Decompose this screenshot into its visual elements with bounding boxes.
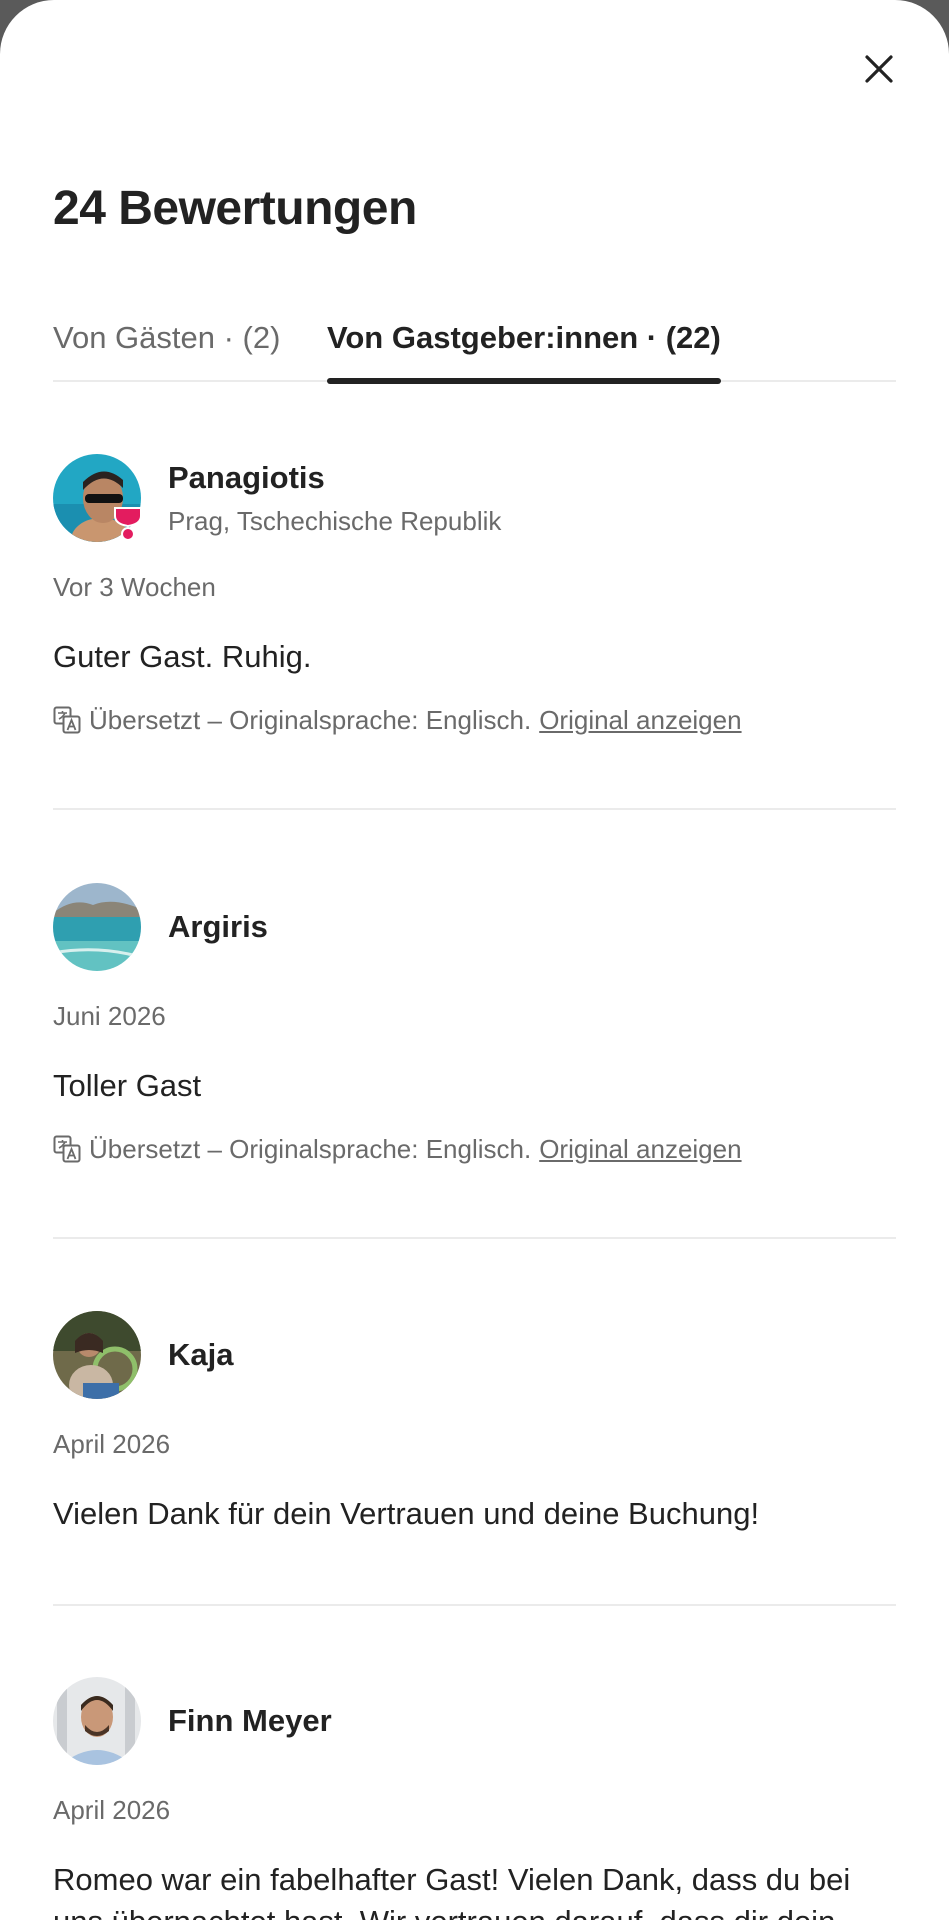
close-icon (865, 55, 893, 83)
tab-from-hosts[interactable]: Von Gastgeber:innen · (22) (327, 310, 721, 384)
divider (53, 808, 896, 810)
avatar[interactable] (53, 1677, 141, 1765)
review-item: Argiris Juni 2026 Toller Gast Übersetzt … (53, 883, 896, 1239)
translate-icon (53, 706, 81, 734)
review-text: Vielen Dank für dein Vertrauen und deine… (53, 1496, 760, 1531)
tab-from-guests[interactable]: Von Gästen · (2) (53, 310, 280, 382)
divider (53, 1237, 896, 1239)
review-date: April 2026 (53, 1795, 171, 1825)
review-date: Vor 3 Wochen (53, 572, 216, 602)
reviewer-name: Finn Meyer (168, 1703, 332, 1738)
review-date: Juni 2026 (53, 1001, 166, 1031)
review-date: April 2026 (53, 1429, 171, 1459)
translation-note: Übersetzt – Originalsprache: Englisch. O… (53, 1132, 742, 1166)
translation-note-text: Übersetzt – Originalsprache: Englisch. (89, 705, 532, 735)
active-tab-indicator (327, 378, 721, 384)
reviewer-name: Argiris (168, 909, 268, 944)
close-button[interactable] (854, 44, 904, 94)
show-original-link[interactable]: Original anzeigen (539, 703, 741, 737)
review-text: Toller Gast (53, 1068, 202, 1103)
host-badge-icon (114, 507, 142, 541)
tab-from-hosts-label: Von Gastgeber:innen · (22) (327, 320, 721, 355)
review-text: Romeo war ein fabelhafter Gast! Vielen D… (53, 1862, 851, 1920)
review-item: Panagiotis Prag, Tschechische Republik V… (53, 454, 896, 810)
divider (53, 1604, 896, 1606)
translation-note: Übersetzt – Originalsprache: Englisch. O… (53, 703, 742, 737)
show-original-link[interactable]: Original anzeigen (539, 1132, 741, 1166)
translate-icon (53, 1135, 81, 1163)
review-item: Kaja April 2026 Vielen Dank für dein Ver… (53, 1311, 896, 1607)
reviewer-location: Prag, Tschechische Republik (168, 506, 502, 536)
translation-note-text: Übersetzt – Originalsprache: Englisch. (89, 1134, 532, 1164)
avatar[interactable] (53, 1311, 141, 1399)
reviews-modal: 24 Bewertungen Von Gästen · (2) Von Gast… (0, 0, 949, 1920)
reviewer-name: Kaja (168, 1337, 234, 1372)
review-item: Finn Meyer April 2026 Romeo war ein fabe… (53, 1677, 896, 1920)
reviewer-name: Panagiotis (168, 460, 325, 495)
page-title: 24 Bewertungen (53, 182, 417, 235)
avatar[interactable] (53, 883, 141, 971)
review-tabs: Von Gästen · (2) Von Gastgeber:innen · (… (53, 310, 896, 384)
review-text: Guter Gast. Ruhig. (53, 639, 312, 674)
